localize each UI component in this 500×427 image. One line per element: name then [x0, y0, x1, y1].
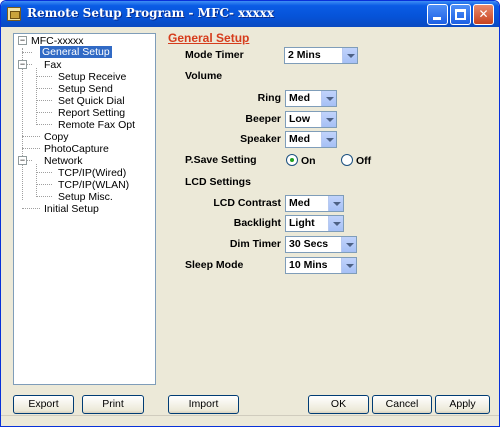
chevron-down-icon[interactable]: [321, 132, 336, 147]
tree-item-report-setting[interactable]: Report Setting: [58, 107, 125, 119]
psave-on-label[interactable]: On: [301, 155, 316, 167]
tree-item-copy[interactable]: Copy: [44, 131, 69, 143]
ring-label: Ring: [257, 92, 281, 104]
lcd-contrast-label: LCD Contrast: [213, 197, 281, 209]
psave-setting-label: P.Save Setting: [185, 154, 257, 166]
chevron-down-icon[interactable]: [342, 48, 357, 63]
tree-connector: [27, 64, 32, 65]
apply-button[interactable]: Apply: [435, 395, 490, 414]
collapse-toggle-fax[interactable]: −: [18, 60, 27, 69]
ring-select[interactable]: Med: [285, 90, 337, 107]
collapse-toggle-root[interactable]: −: [18, 36, 27, 45]
volume-label: Volume: [185, 70, 223, 82]
tree-item-photocapture[interactable]: PhotoCapture: [44, 143, 109, 155]
chevron-down-icon[interactable]: [328, 196, 343, 211]
tree-item-tcpip-wired[interactable]: TCP/IP(Wired): [58, 167, 126, 179]
tree-item-setup-send[interactable]: Setup Send: [58, 83, 113, 95]
collapse-toggle-network[interactable]: −: [18, 156, 27, 165]
tree-connector: [36, 76, 52, 77]
speaker-select[interactable]: Med: [285, 131, 337, 148]
tree-connector: [22, 208, 40, 209]
app-window: Remote Setup Program - MFC- xxxxx ✕ − MF…: [0, 0, 500, 427]
chevron-down-icon[interactable]: [321, 91, 336, 106]
tree-connector: [36, 124, 52, 125]
tree-connector: [22, 136, 40, 137]
app-icon[interactable]: [7, 7, 21, 21]
dim-timer-select[interactable]: 30 Secs: [285, 236, 357, 253]
minimize-button[interactable]: [427, 4, 448, 25]
lcd-settings-label: LCD Settings: [185, 176, 251, 188]
sleep-mode-select[interactable]: 10 Mins: [285, 257, 357, 274]
ok-button[interactable]: OK: [308, 395, 369, 414]
tree-connector: [36, 184, 52, 185]
beeper-label: Beeper: [245, 113, 281, 125]
mode-timer-label: Mode Timer: [185, 49, 244, 61]
psave-off-label[interactable]: Off: [356, 155, 371, 167]
tree-connector: [27, 160, 32, 161]
tree-connector: [22, 148, 40, 149]
tree-connector: [22, 52, 32, 53]
export-button[interactable]: Export: [13, 395, 74, 414]
tree-item-setup-misc[interactable]: Setup Misc.: [58, 191, 113, 203]
maximize-icon: [455, 9, 466, 20]
section-title: General Setup: [168, 31, 250, 45]
title-bar[interactable]: Remote Setup Program - MFC- xxxxx ✕: [1, 1, 499, 27]
tree-connector: [36, 112, 52, 113]
psave-on-radio[interactable]: [286, 154, 298, 166]
close-button[interactable]: ✕: [473, 4, 494, 25]
chevron-down-icon[interactable]: [341, 258, 356, 273]
tree-connector: [36, 100, 52, 101]
tree-item-tcpip-wlan[interactable]: TCP/IP(WLAN): [58, 179, 129, 191]
minimize-icon: [433, 17, 441, 20]
close-icon: ✕: [478, 7, 489, 21]
tree-connector: [22, 48, 23, 200]
chevron-down-icon[interactable]: [321, 112, 336, 127]
window-title: Remote Setup Program - MFC- xxxxx: [27, 6, 274, 20]
lcd-contrast-select[interactable]: Med: [285, 195, 344, 212]
chevron-down-icon[interactable]: [341, 237, 356, 252]
tree-connector: [36, 164, 37, 197]
dim-timer-label: Dim Timer: [229, 238, 281, 250]
tree-item-general-setup[interactable]: General Setup: [40, 46, 112, 58]
import-button[interactable]: Import: [168, 395, 239, 414]
tree-connector: [36, 196, 52, 197]
mode-timer-select[interactable]: 2 Mins: [284, 47, 358, 64]
maximize-button[interactable]: [450, 4, 471, 25]
chevron-down-icon[interactable]: [328, 216, 343, 231]
psave-off-radio[interactable]: [341, 154, 353, 166]
settings-tree[interactable]: − MFC-xxxxx General Setup − Fax Setup Re…: [13, 33, 156, 385]
beeper-select[interactable]: Low: [285, 111, 337, 128]
tree-item-initial-setup[interactable]: Initial Setup: [44, 203, 99, 215]
print-button[interactable]: Print: [82, 395, 144, 414]
tree-connector: [36, 88, 52, 89]
tree-item-setup-receive[interactable]: Setup Receive: [58, 71, 126, 83]
speaker-label: Speaker: [240, 133, 281, 145]
tree-connector: [36, 172, 52, 173]
cancel-button[interactable]: Cancel: [372, 395, 432, 414]
tree-item-network[interactable]: Network: [44, 155, 83, 167]
tree-item-fax[interactable]: Fax: [44, 59, 62, 71]
tree-item-set-quick-dial[interactable]: Set Quick Dial: [58, 95, 125, 107]
sleep-mode-label: Sleep Mode: [185, 259, 244, 271]
backlight-label: Backlight: [233, 217, 281, 229]
backlight-select[interactable]: Light: [285, 215, 344, 232]
tree-item-remote-fax-opt[interactable]: Remote Fax Opt: [58, 119, 135, 131]
bottom-divider: [1, 415, 499, 416]
